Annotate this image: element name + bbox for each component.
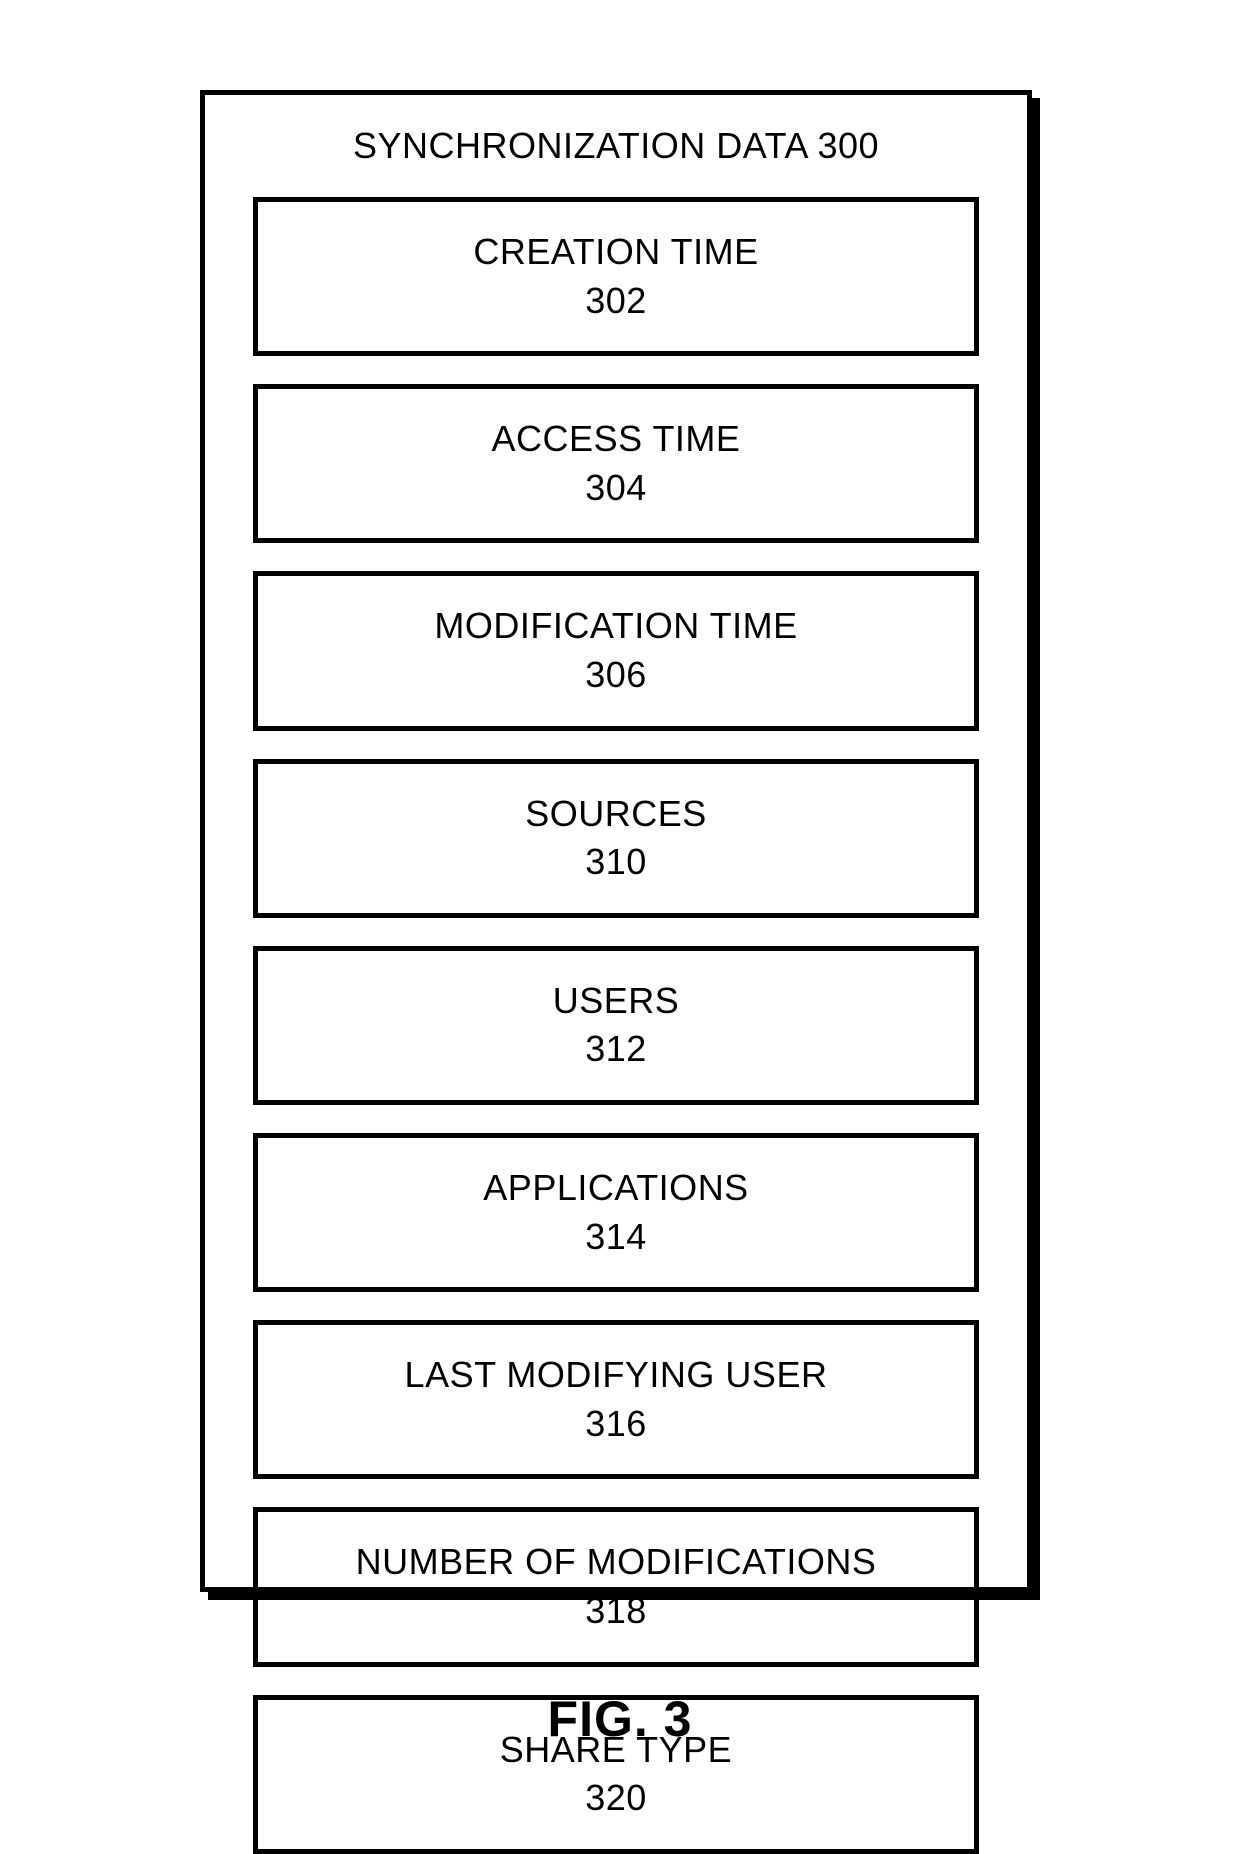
item-label: USERS (268, 977, 964, 1026)
number-of-modifications-box: NUMBER OF MODIFICATIONS 318 (253, 1507, 979, 1666)
item-ref: 304 (268, 464, 964, 513)
item-ref: 316 (268, 1400, 964, 1449)
item-ref: 310 (268, 838, 964, 887)
figure-caption: FIG. 3 (0, 1690, 1240, 1748)
item-ref: 314 (268, 1213, 964, 1262)
synchronization-data-box: SYNCHRONIZATION DATA 300 CREATION TIME 3… (200, 90, 1032, 1592)
item-label: CREATION TIME (268, 228, 964, 277)
item-ref: 306 (268, 651, 964, 700)
item-ref: 312 (268, 1025, 964, 1074)
modification-time-box: MODIFICATION TIME 306 (253, 571, 979, 730)
sources-box: SOURCES 310 (253, 759, 979, 918)
access-time-box: ACCESS TIME 304 (253, 384, 979, 543)
item-ref: 302 (268, 277, 964, 326)
item-label: NUMBER OF MODIFICATIONS (268, 1538, 964, 1587)
item-label: ACCESS TIME (268, 415, 964, 464)
item-ref: 320 (268, 1774, 964, 1823)
diagram-container: SYNCHRONIZATION DATA 300 CREATION TIME 3… (200, 90, 1040, 1600)
item-ref: 318 (268, 1587, 964, 1636)
last-modifying-user-box: LAST MODIFYING USER 316 (253, 1320, 979, 1479)
item-label: SOURCES (268, 790, 964, 839)
creation-time-box: CREATION TIME 302 (253, 197, 979, 356)
applications-box: APPLICATIONS 314 (253, 1133, 979, 1292)
item-label: LAST MODIFYING USER (268, 1351, 964, 1400)
item-label: APPLICATIONS (268, 1164, 964, 1213)
users-box: USERS 312 (253, 946, 979, 1105)
diagram-title: SYNCHRONIZATION DATA 300 (253, 125, 979, 167)
item-label: MODIFICATION TIME (268, 602, 964, 651)
